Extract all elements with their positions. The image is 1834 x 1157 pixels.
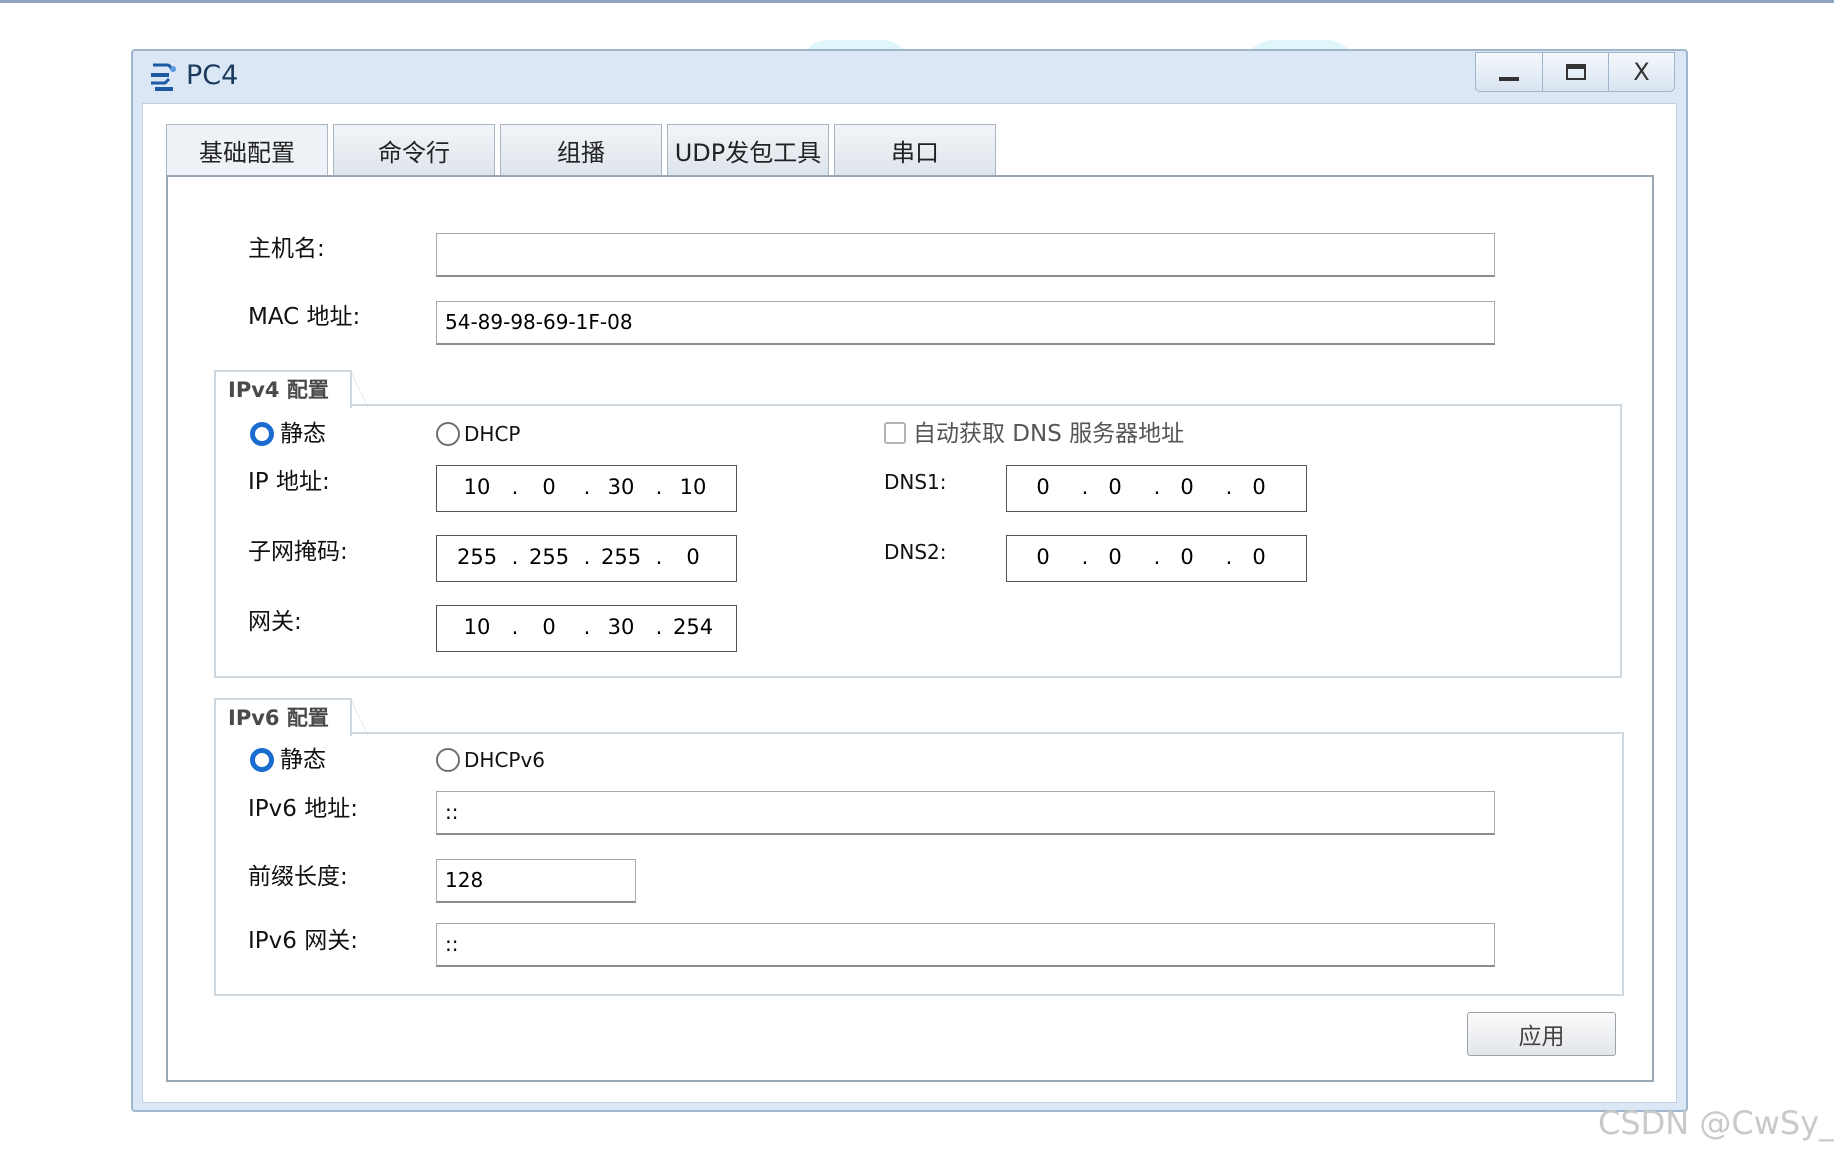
tab-label: 命令行: [378, 139, 450, 167]
ip-octet[interactable]: 0: [1023, 466, 1063, 511]
dns1-field[interactable]: 0. 0. 0. 0: [1006, 465, 1307, 512]
ip-octet[interactable]: 0: [1095, 536, 1135, 581]
tab-basic-config[interactable]: 基础配置: [166, 124, 328, 176]
ip-octet[interactable]: 0: [529, 466, 569, 511]
ip-address-label: IP 地址:: [248, 469, 330, 495]
subnet-mask-field[interactable]: 255. 255. 255. 0: [436, 535, 737, 582]
ipv4-static-label: 静态: [280, 421, 326, 447]
minimize-button[interactable]: [1475, 52, 1543, 92]
hostname-label: 主机名:: [248, 236, 325, 262]
apply-label: 应用: [1518, 1024, 1565, 1050]
ipv6-address-field[interactable]: ::: [436, 791, 1495, 835]
ip-octet[interactable]: 0: [1167, 536, 1207, 581]
pc4-config-window: PC4 X 基础配置 命令行 组播 UDP发包工具 串口 主机名: MAC 地址…: [131, 49, 1688, 1112]
ip-octet[interactable]: 0: [1239, 466, 1279, 511]
ip-dot: .: [511, 545, 519, 569]
ip-dot: .: [1153, 545, 1161, 569]
ip-octet[interactable]: 0: [1239, 536, 1279, 581]
maximize-button[interactable]: [1542, 52, 1609, 92]
tab-label: 串口: [891, 139, 939, 167]
ip-dot: .: [1225, 475, 1233, 499]
ipv6-address-label: IPv6 地址:: [248, 796, 358, 822]
maximize-icon: [1565, 64, 1586, 80]
ip-dot: .: [1225, 545, 1233, 569]
auto-dns-label: 自动获取 DNS 服务器地址: [913, 421, 1185, 447]
ip-octet[interactable]: 10: [673, 466, 713, 511]
ip-octet[interactable]: 255: [457, 536, 497, 581]
tab-udp-tool[interactable]: UDP发包工具: [667, 124, 829, 176]
ipv4-dhcp-radio[interactable]: [436, 422, 460, 446]
tab-command-line[interactable]: 命令行: [333, 124, 495, 176]
ipv6-gateway-field[interactable]: ::: [436, 923, 1495, 967]
ipv6-dhcpv6-label: DHCPv6: [464, 748, 546, 772]
ip-dot: .: [511, 475, 519, 499]
ip-address-field[interactable]: 10. 0. 30. 10: [436, 465, 737, 512]
ipv6-static-radio[interactable]: [250, 748, 274, 772]
gateway-field[interactable]: 10. 0. 30. 254: [436, 605, 737, 652]
window-client-area: 基础配置 命令行 组播 UDP发包工具 串口 主机名: MAC 地址: 54-8…: [142, 103, 1677, 1103]
dns2-field[interactable]: 0. 0. 0. 0: [1006, 535, 1307, 582]
subnet-mask-label: 子网掩码:: [248, 539, 348, 565]
hostname-input[interactable]: [436, 233, 1495, 277]
ip-dot: .: [1081, 475, 1089, 499]
ip-dot: .: [655, 475, 663, 499]
ip-dot: .: [655, 615, 663, 639]
basic-config-panel: 主机名: MAC 地址: 54-89-98-69-1F-08 IPv4 配置 静…: [166, 175, 1654, 1082]
mac-address-field[interactable]: 54-89-98-69-1F-08: [436, 301, 1495, 345]
ip-octet[interactable]: 255: [601, 536, 641, 581]
top-border-line: [0, 0, 1834, 3]
close-icon: X: [1633, 58, 1650, 86]
ip-octet[interactable]: 0: [1167, 466, 1207, 511]
ipv6-group-title: IPv6 配置: [214, 698, 368, 736]
tab-label: 组播: [557, 139, 605, 167]
ip-octet[interactable]: 30: [601, 466, 641, 511]
ipv4-dhcp-label: DHCP: [464, 422, 521, 446]
tab-multicast[interactable]: 组播: [500, 124, 662, 176]
ip-octet[interactable]: 0: [673, 536, 713, 581]
ipv4-static-radio[interactable]: [250, 422, 274, 446]
ip-dot: .: [511, 615, 519, 639]
ip-octet[interactable]: 254: [673, 606, 713, 651]
ip-octet[interactable]: 0: [1095, 466, 1135, 511]
ipv4-group-title: IPv4 配置: [214, 370, 368, 408]
minimize-icon: [1499, 77, 1519, 81]
ipv6-dhcpv6-radio[interactable]: [436, 748, 460, 772]
ipv6-static-label: 静态: [280, 747, 326, 773]
csdn-watermark: CSDN @CwSy_: [1598, 1104, 1834, 1142]
dns1-label: DNS1:: [884, 470, 947, 494]
auto-dns-checkbox[interactable]: [884, 422, 906, 444]
prefix-length-label: 前缀长度:: [248, 864, 348, 890]
tab-serial-port[interactable]: 串口: [834, 124, 996, 176]
ip-dot: .: [583, 475, 591, 499]
ip-octet[interactable]: 255: [529, 536, 569, 581]
ip-octet[interactable]: 30: [601, 606, 641, 651]
pc-app-icon: [151, 63, 176, 91]
dns2-label: DNS2:: [884, 540, 947, 564]
tab-label: UDP发包工具: [674, 139, 822, 167]
ip-dot: .: [583, 615, 591, 639]
apply-button[interactable]: 应用: [1467, 1012, 1616, 1056]
ip-dot: .: [1153, 475, 1161, 499]
mac-label: MAC 地址:: [248, 304, 361, 330]
tab-label: 基础配置: [199, 139, 295, 167]
ip-dot: .: [1081, 545, 1089, 569]
gateway-label: 网关:: [248, 609, 302, 635]
window-title: PC4: [186, 60, 239, 91]
prefix-length-field[interactable]: 128: [436, 859, 636, 903]
ip-octet[interactable]: 0: [529, 606, 569, 651]
ip-octet[interactable]: 0: [1023, 536, 1063, 581]
ip-dot: .: [655, 545, 663, 569]
ip-octet[interactable]: 10: [457, 466, 497, 511]
ipv6-gateway-label: IPv6 网关:: [248, 928, 358, 954]
close-button[interactable]: X: [1608, 52, 1675, 92]
title-bar[interactable]: PC4 X: [133, 51, 1686, 101]
ip-octet[interactable]: 10: [457, 606, 497, 651]
ip-dot: .: [583, 545, 591, 569]
